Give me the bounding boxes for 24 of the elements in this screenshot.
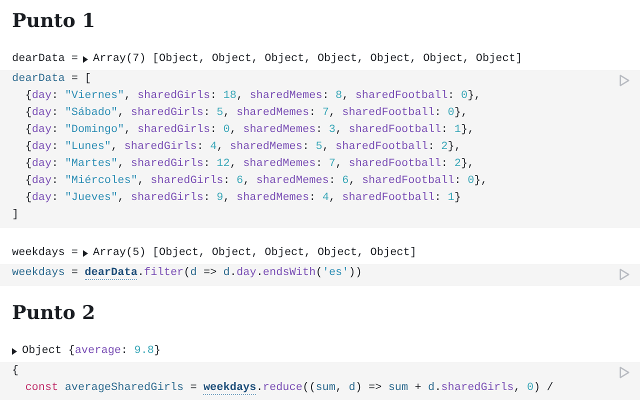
code-line: dearData = [: [12, 72, 92, 87]
caret-icon[interactable]: [83, 250, 88, 256]
output-value: Array(5) [Object, Object, Object, Object, Object]: [93, 247, 416, 259]
code-line: {day: "Domingo", sharedGirls: 0, sharedMemes: 3, sharedFootball: 1},: [24, 123, 476, 138]
variable-name: weekdays =: [12, 247, 78, 259]
caret-icon[interactable]: [12, 348, 17, 354]
code-line: ]: [12, 208, 20, 223]
section-heading: Punto 2: [11, 301, 96, 326]
code-line: {day: "Sábado", sharedGirls: 5, sharedMemes: 7, sharedFootball: 0},: [24, 106, 469, 121]
caret-icon[interactable]: [83, 56, 88, 62]
code-line: const averageSharedGirls = weekdays.reduce((sum, d) => sum + d.sharedGirls, 0) /: [24, 381, 554, 397]
variable-name: dearData =: [12, 53, 78, 65]
code-line: {day: "Miércoles", sharedGirls: 6, sharedMemes: 6, sharedFootball: 0},: [24, 174, 488, 189]
code-line: {day: "Lunes", sharedGirls: 4, sharedMemes: 5, sharedFootball: 2},: [24, 140, 462, 155]
code-line: weekdays = dearData.filter(d => d.day.endsWith('es')): [12, 266, 362, 282]
output-value: Object {average: 9.8}: [22, 345, 161, 357]
section-heading: Punto 1: [11, 9, 96, 34]
output-value: Array(7) [Object, Object, Object, Object, Object, Object, Object]: [93, 53, 522, 65]
code-line: {: [12, 364, 20, 379]
variable-link[interactable]: dearData: [84, 267, 138, 280]
code-line: {day: "Jueves", sharedGirls: 9, sharedMemes: 4, sharedFootball: 1}: [24, 191, 462, 206]
variable-link[interactable]: weekdays: [203, 382, 256, 395]
code-line: {day: "Martes", sharedGirls: 12, sharedMemes: 7, sharedFootball: 2},: [24, 157, 476, 172]
code-line: {day: "Viernes", sharedGirls: 18, sharedMemes: 8, sharedFootball: 0},: [24, 89, 482, 104]
